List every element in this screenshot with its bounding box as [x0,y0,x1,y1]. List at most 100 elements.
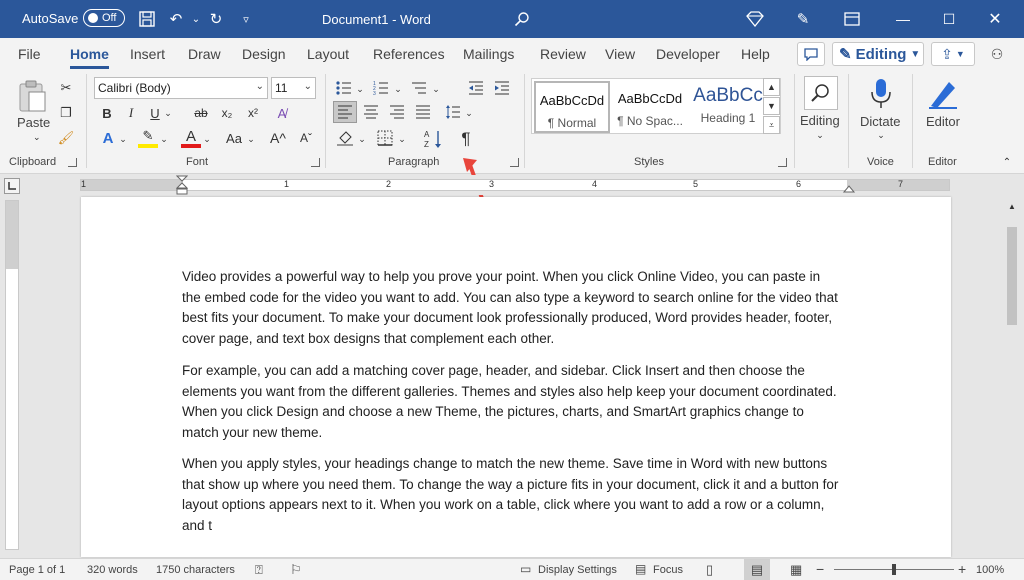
zoom-slider-thumb[interactable] [892,564,896,575]
font-name-combo[interactable]: Calibri (Body) ⌄ [94,77,268,99]
chevron-down-icon[interactable]: ⌄ [393,80,403,98]
multilevel-list-icon[interactable] [408,78,430,98]
align-center-button[interactable] [360,102,382,122]
minimize-button[interactable]: — [880,0,926,38]
clear-formatting-icon[interactable]: A̸ [272,104,292,122]
show-hide-formatting-button[interactable]: ¶ [455,128,477,150]
editor-icon[interactable] [925,76,961,112]
ribbon-display-icon[interactable] [842,9,862,29]
horizontal-ruler[interactable]: 1 1 2 3 4 5 6 7 [80,179,950,191]
italic-button[interactable]: I [122,104,140,122]
borders-icon[interactable] [374,128,396,148]
coauthor-icon[interactable]: ⚇ [985,42,1009,66]
tab-review[interactable]: Review [540,46,586,62]
tab-file[interactable]: File [18,46,41,62]
chevron-down-icon[interactable]: ⌄ [464,104,474,122]
vertical-ruler[interactable] [5,200,19,550]
highlight-icon[interactable]: ✎ [138,128,158,148]
superscript-button[interactable]: x² [244,104,262,122]
paragraph-launcher-icon[interactable] [510,158,519,167]
comments-button[interactable] [797,42,825,66]
paste-icon[interactable] [14,78,50,114]
zoom-out-button[interactable]: − [816,561,824,577]
read-mode-icon[interactable]: ▯ [706,562,713,578]
shrink-font-icon[interactable]: Aˇ [296,128,316,148]
shading-icon[interactable] [333,128,357,148]
proofing-icon[interactable]: ⍰ [255,562,263,578]
editing-group-button[interactable]: Editing [800,113,840,128]
dictate-button[interactable]: Dictate [860,114,900,129]
search-icon[interactable] [512,9,532,29]
text-effects-icon[interactable]: A [98,128,118,148]
copy-icon[interactable]: ❐ [56,103,76,123]
align-left-button[interactable] [333,101,357,123]
maximize-button[interactable]: ☐ [926,0,972,38]
tab-mailings[interactable]: Mailings [463,46,514,62]
chevron-down-icon[interactable]: ⌄ [355,80,365,98]
paragraph[interactable]: For example, you can add a matching cove… [182,361,842,444]
tab-selector[interactable] [4,178,20,194]
pen-designer-icon[interactable]: ✎ [793,9,813,29]
style-no-spacing[interactable]: AaBbCcDd ¶ No Spac... [612,81,688,133]
chevron-down-icon[interactable]: ⌄ [397,130,407,148]
chevron-down-icon[interactable]: ⌄ [118,130,128,148]
redo-icon[interactable]: ↻ [206,9,226,29]
bullets-icon[interactable] [333,78,355,98]
tab-design[interactable]: Design [242,46,286,62]
microphone-icon[interactable] [866,76,896,112]
style-normal[interactable]: AaBbCcDd ¶ Normal [534,81,610,133]
display-settings-button[interactable]: Display Settings [538,564,617,576]
print-layout-icon[interactable]: ▤ [744,559,770,580]
subscript-button[interactable]: x₂ [218,104,236,122]
editing-mode-button[interactable]: ✎ Editing ▼ [832,42,924,66]
style-heading-1[interactable]: AaBbCc Heading 1 [690,81,766,133]
scrollbar-thumb[interactable] [1007,227,1017,325]
paragraph[interactable]: When you apply styles, your headings cha… [182,454,842,537]
sort-icon[interactable]: AZ [422,128,446,150]
tab-developer[interactable]: Developer [656,46,720,62]
justify-button[interactable] [412,102,434,122]
chevron-down-icon[interactable]: ⌄ [202,130,212,148]
zoom-in-button[interactable]: + [958,561,966,577]
zoom-level[interactable]: 100% [976,564,1004,576]
tab-layout[interactable]: Layout [307,46,349,62]
accessibility-icon[interactable]: ⚐ [290,562,302,578]
tab-insert[interactable]: Insert [130,46,165,62]
format-painter-icon[interactable]: 🖌 [56,128,76,148]
share-button[interactable]: ⇪ ▼ [931,42,975,66]
undo-icon[interactable]: ↶ [166,9,186,29]
word-count[interactable]: 320 words [87,564,138,576]
chevron-down-icon[interactable]: ⌄ [246,130,256,148]
styles-scroll-down-icon[interactable]: ▼ [763,97,780,115]
numbering-icon[interactable]: 123 [370,78,392,98]
chevron-down-icon[interactable]: ⌄ [33,132,41,143]
font-color-icon[interactable]: A [181,128,201,148]
focus-button[interactable]: Focus [653,564,683,576]
editor-button[interactable]: Editor [926,114,960,129]
page-count[interactable]: Page 1 of 1 [9,564,65,576]
clipboard-launcher-icon[interactable] [68,158,77,167]
scroll-up-icon[interactable]: ▲ [1006,200,1018,212]
underline-button[interactable]: U [146,104,164,122]
focus-icon[interactable]: ▤ [635,562,646,576]
chevron-down-icon[interactable]: ⌄ [876,128,886,142]
grow-font-icon[interactable]: A^ [268,128,288,148]
styles-more-icon[interactable]: ⩡ [763,116,780,134]
paste-label[interactable]: Paste [17,115,50,130]
line-spacing-icon[interactable] [442,102,464,122]
collapse-ribbon-icon[interactable]: ⌃ [1000,156,1014,168]
character-count[interactable]: 1750 characters [156,564,235,576]
chevron-down-icon[interactable]: ⌄ [815,128,825,142]
autosave-toggle[interactable]: Off [83,9,125,27]
right-indent-marker-icon[interactable] [843,181,855,193]
customize-qat-icon[interactable]: ▿ [236,9,256,29]
align-right-button[interactable] [386,102,408,122]
indent-marker-icon[interactable] [176,175,188,195]
diamond-icon[interactable] [745,9,765,29]
undo-dropdown-icon[interactable]: ⌄ [186,9,206,29]
chevron-down-icon[interactable]: ⌄ [357,130,367,148]
chevron-down-icon[interactable]: ⌄ [163,104,173,122]
tab-references[interactable]: References [373,46,445,62]
cut-icon[interactable]: ✂ [56,78,76,98]
decrease-indent-icon[interactable] [465,78,487,98]
